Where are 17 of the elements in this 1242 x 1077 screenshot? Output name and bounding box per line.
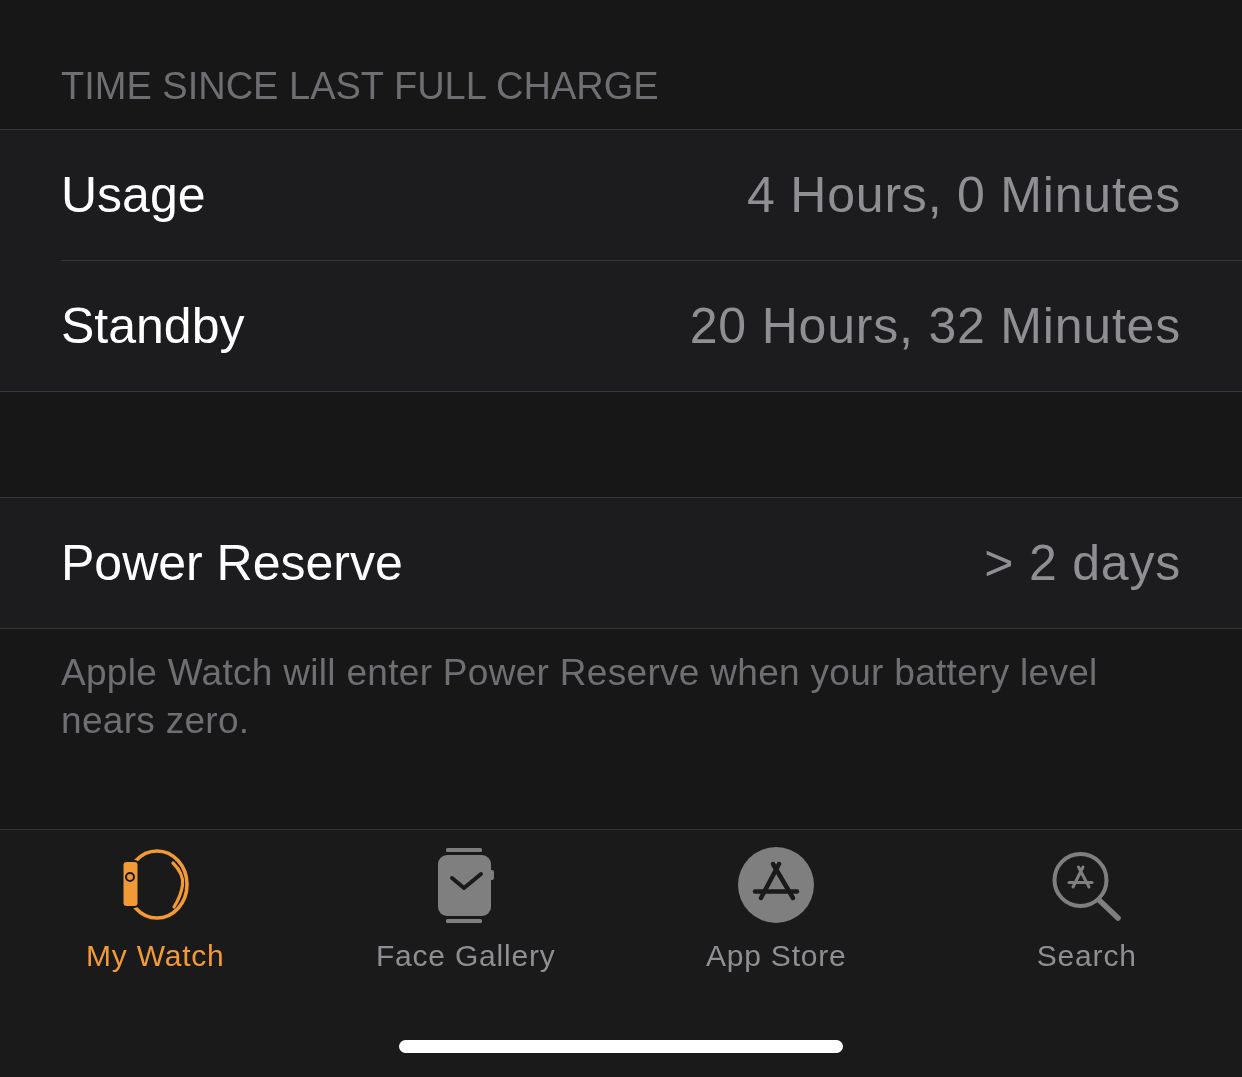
app-store-icon	[738, 847, 815, 923]
row-label: Power Reserve	[61, 534, 403, 592]
tab-button[interactable]: Search	[1030, 847, 1143, 974]
row-label: Usage	[61, 166, 206, 224]
search-icon	[1051, 849, 1123, 921]
section-header: TIME SINCE LAST FULL CHARGE	[61, 65, 659, 107]
tab-button[interactable]: App Store	[699, 847, 853, 974]
row-value: 4 Hours, 0 Minutes	[746, 166, 1181, 224]
watch-band-icon	[120, 848, 191, 922]
row-label: Standby	[61, 297, 245, 355]
tab-button[interactable]: My Watch	[79, 847, 231, 974]
row-value: > 2 days	[984, 534, 1181, 592]
home-indicator[interactable]	[399, 1040, 843, 1053]
watch-face-icon	[436, 847, 495, 923]
tab-button[interactable]: Face Gallery	[369, 847, 562, 974]
row-value: 20 Hours, 32 Minutes	[689, 297, 1181, 355]
footnote-text: Apple Watch will enter Power Reserve when your battery level nears zero.	[61, 651, 1099, 743]
